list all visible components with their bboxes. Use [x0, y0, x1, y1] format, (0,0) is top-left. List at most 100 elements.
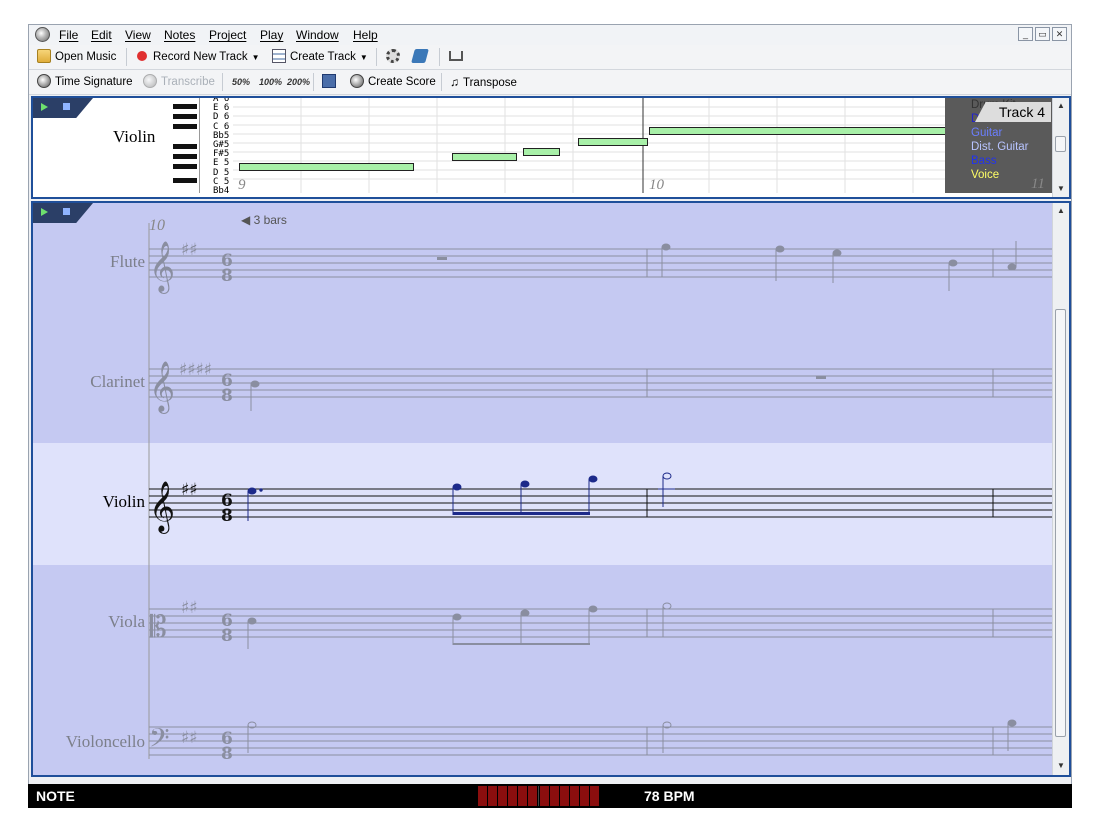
treble-clef-icon: 𝄞 [149, 361, 175, 414]
piano-roll-pane: Violin A 6 E 6 D 6 C 6 Bb5 G#5 F#5 E 5 D… [31, 96, 1071, 199]
menu-project[interactable]: Project [209, 28, 246, 42]
scroll-down-icon[interactable]: ▼ [1057, 184, 1065, 193]
staff-viola: 𝄡 ♯♯ 6 8 [149, 598, 1053, 649]
speed-50-icon: 50% [232, 77, 251, 87]
midi-note-bar[interactable] [578, 138, 648, 146]
bar-number: 9 [238, 177, 246, 193]
score-canvas[interactable]: 𝄞 ♯♯ 6 8 𝄞 ♯♯♯♯ 6 8 𝄞 ♯♯ 6 8 𝄡 ♯♯ 6 8 𝄢 … [33, 203, 1055, 775]
transcribe-button[interactable]: Transcribe [143, 74, 215, 90]
midi-note-bar[interactable] [452, 153, 517, 161]
globe-icon [37, 74, 51, 88]
toolbar-separator [376, 48, 377, 66]
treble-clef-icon: 𝄞 [149, 481, 175, 534]
main-toolbar: Open Music Record New Track ▼ Create Trac… [29, 45, 1071, 70]
status-bar: NOTE 78 BPM [28, 784, 1072, 808]
scroll-up-icon[interactable]: ▲ [1057, 101, 1065, 110]
window-controls: _ ▭ ✕ [1018, 27, 1067, 41]
speed-200-icon: 200% [287, 77, 311, 87]
globe-icon [143, 74, 157, 88]
toolbar-separator [441, 73, 442, 91]
scroll-down-icon[interactable]: ▼ [1057, 761, 1065, 770]
note-name: Bb4 [213, 186, 230, 197]
track-badge: Track 4 [975, 102, 1051, 122]
chevron-down-icon[interactable]: ▼ [360, 53, 368, 62]
book-icon [411, 49, 429, 63]
create-score-label: Create Score [368, 76, 436, 88]
menu-file[interactable]: File [59, 28, 78, 42]
create-track-label: Create Track [290, 51, 356, 63]
score-scrollbar[interactable]: ▲ ▼ [1052, 203, 1069, 775]
piano-roll-scrollbar[interactable]: ▲ ▼ [1052, 98, 1069, 197]
transcribe-label: Transcribe [161, 76, 215, 88]
minimize-button[interactable]: _ [1018, 27, 1033, 41]
level-meter [478, 786, 599, 806]
transpose-label: Transpose [463, 77, 517, 89]
open-music-button[interactable]: Open Music [37, 49, 116, 65]
staff-violin: 𝄞 ♯♯ 6 8 [149, 480, 1053, 534]
scroll-up-icon[interactable]: ▲ [1057, 206, 1065, 215]
home-button[interactable] [449, 49, 467, 65]
time-signature-bottom: 8 [221, 386, 233, 406]
toolbar-separator [439, 48, 440, 66]
midi-note-bar[interactable] [239, 163, 414, 171]
record-icon [137, 51, 147, 61]
open-music-label: Open Music [55, 51, 117, 63]
time-signature-bottom: 8 [221, 266, 233, 286]
staff-violoncello: 𝄢 ♯♯ 6 8 [149, 719, 1053, 764]
tempo-display[interactable]: 78 BPM [644, 788, 695, 804]
track-item-dist-guitar[interactable]: Dist. Guitar [945, 140, 1053, 154]
bar-number: 11 [1031, 176, 1045, 192]
menu-view[interactable]: View [125, 28, 151, 42]
record-new-track-label: Record New Track [153, 51, 248, 63]
track-item-guitar[interactable]: Guitar [945, 126, 1053, 140]
note-name-column: A 6 E 6 D 6 C 6 Bb5 G#5 F#5 E 5 D 5 C 5 … [213, 98, 230, 197]
library-button[interactable] [411, 49, 431, 65]
menu-help[interactable]: Help [353, 28, 378, 42]
speed-200-button[interactable]: 200% [287, 74, 310, 90]
toolbar-separator [222, 73, 223, 91]
chevron-down-icon[interactable]: ▼ [252, 53, 260, 62]
menu-window[interactable]: Window [296, 28, 339, 42]
scroll-thumb[interactable] [1055, 309, 1066, 737]
sharp-icon: ♯♯♯♯ [179, 360, 212, 380]
alto-clef-icon: 𝄡 [150, 610, 167, 645]
time-signature-bottom: 8 [221, 506, 233, 526]
save-disk-icon [322, 74, 336, 88]
restore-button[interactable]: ▭ [1035, 27, 1050, 41]
record-new-track-button[interactable]: Record New Track ▼ [135, 49, 260, 65]
save-button[interactable] [322, 74, 340, 90]
create-track-button[interactable]: Create Track ▼ [272, 49, 368, 65]
midi-note-bar[interactable] [523, 148, 560, 156]
staff-flute: 𝄞 ♯♯ 6 8 [149, 240, 1053, 294]
piano-roll-tab [33, 98, 93, 118]
music-notes-icon: ♫ [450, 75, 459, 89]
folder-icon [37, 49, 51, 63]
bar-number: 10 [649, 177, 664, 193]
scroll-thumb[interactable] [1055, 136, 1066, 152]
menu-notes[interactable]: Notes [164, 28, 195, 42]
time-signature-bottom: 8 [221, 626, 233, 646]
time-signature-button[interactable]: Time Signature [37, 74, 133, 90]
close-button[interactable]: ✕ [1052, 27, 1067, 41]
treble-clef-icon: 𝄞 [149, 241, 175, 294]
menu-bar: File Edit View Notes Project Play Window… [29, 25, 1071, 46]
score-pane: 10 ◀ 3 bars Flute Clarinet Violin Viola … [31, 201, 1071, 777]
play-icon[interactable] [41, 103, 48, 111]
app-globe-icon[interactable] [35, 27, 50, 42]
piano-keyboard[interactable] [171, 98, 200, 193]
piano-roll-instrument: Violin [113, 127, 156, 146]
track-item-bass[interactable]: Bass [945, 154, 1053, 168]
speed-50-button[interactable]: 50% [232, 74, 250, 90]
settings-button[interactable] [386, 49, 404, 65]
sharp-icon: ♯♯ [181, 240, 197, 260]
sharp-icon: ♯♯ [181, 480, 197, 500]
stop-icon[interactable] [63, 103, 70, 110]
menu-play[interactable]: Play [260, 28, 283, 42]
transpose-button[interactable]: ♫ Transpose [450, 74, 517, 90]
globe-icon [350, 74, 364, 88]
create-score-button[interactable]: Create Score [350, 74, 436, 90]
staff-clarinet: 𝄞 ♯♯♯♯ 6 8 [149, 360, 1053, 414]
speed-100-button[interactable]: 100% [259, 74, 282, 90]
time-signature-label: Time Signature [55, 76, 133, 88]
menu-edit[interactable]: Edit [91, 28, 112, 42]
